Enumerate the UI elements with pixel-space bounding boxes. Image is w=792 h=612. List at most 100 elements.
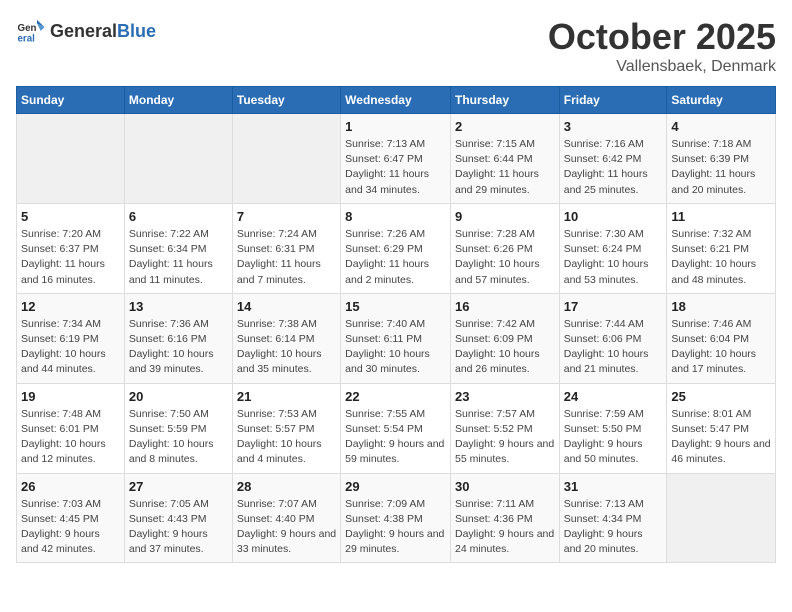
calendar-row: 19Sunrise: 7:48 AMSunset: 6:01 PMDayligh… <box>17 383 776 473</box>
logo: Gen eral General Blue <box>16 16 156 46</box>
calendar-cell: 29 Sunrise: 7:09 AMSunset: 4:38 PMDayligh… <box>341 473 451 563</box>
logo-icon: Gen eral <box>16 16 46 46</box>
calendar-table: SundayMondayTuesdayWednesdayThursdayFrid… <box>16 86 776 563</box>
weekday-header: Friday <box>559 87 667 114</box>
day-info: Sunrise: 7:28 AMSunset: 6:26 PMDaylight:… <box>455 227 555 288</box>
day-number: 2 <box>455 119 555 134</box>
title-block: October 2025 Vallensbaek, Denmark <box>548 16 776 76</box>
day-info: Sunrise: 7:59 AMSunset: 5:50 PMDaylight:… <box>564 407 663 468</box>
day-number: 18 <box>671 299 771 314</box>
calendar-cell: 28 Sunrise: 7:07 AMSunset: 4:40 PMDayligh… <box>232 473 340 563</box>
calendar-cell: 6Sunrise: 7:22 AMSunset: 6:34 PMDaylight… <box>124 203 232 293</box>
calendar-cell: 19Sunrise: 7:48 AMSunset: 6:01 PMDayligh… <box>17 383 125 473</box>
day-info: Sunrise: 7:18 AMSunset: 6:39 PMDaylight:… <box>671 137 771 198</box>
day-number: 9 <box>455 209 555 224</box>
day-info: Sunrise: 7:15 AMSunset: 6:44 PMDaylight:… <box>455 137 555 198</box>
calendar-cell: 22 Sunrise: 7:55 AMSunset: 5:54 PMDayligh… <box>341 383 451 473</box>
svg-text:eral: eral <box>18 34 36 45</box>
day-info: Sunrise: 7:09 AMSunset: 4:38 PMDaylight:… <box>345 497 446 558</box>
day-info: Sunrise: 7:57 AMSunset: 5:52 PMDaylight:… <box>455 407 555 468</box>
calendar-cell: 5Sunrise: 7:20 AMSunset: 6:37 PMDaylight… <box>17 203 125 293</box>
day-info: Sunrise: 7:38 AMSunset: 6:14 PMDaylight:… <box>237 317 336 378</box>
day-number: 3 <box>564 119 663 134</box>
day-number: 30 <box>455 479 555 494</box>
weekday-header: Thursday <box>450 87 559 114</box>
calendar-row: 26Sunrise: 7:03 AMSunset: 4:45 PMDayligh… <box>17 473 776 563</box>
calendar-cell: 3 Sunrise: 7:16 AMSunset: 6:42 PMDaylight… <box>559 114 667 204</box>
day-info: Sunrise: 7:34 AMSunset: 6:19 PMDaylight:… <box>21 317 120 378</box>
logo-text-general: General <box>50 21 117 42</box>
calendar-cell <box>667 473 776 563</box>
day-number: 20 <box>129 389 228 404</box>
day-number: 28 <box>237 479 336 494</box>
day-info: Sunrise: 7:16 AMSunset: 6:42 PMDaylight:… <box>564 137 663 198</box>
calendar-cell: 8 Sunrise: 7:26 AMSunset: 6:29 PMDaylight… <box>341 203 451 293</box>
day-number: 31 <box>564 479 663 494</box>
day-number: 11 <box>671 209 771 224</box>
day-info: Sunrise: 7:48 AMSunset: 6:01 PMDaylight:… <box>21 407 120 468</box>
day-info: Sunrise: 7:13 AMSunset: 4:34 PMDaylight:… <box>564 497 663 558</box>
day-number: 12 <box>21 299 120 314</box>
calendar-row: 12 Sunrise: 7:34 AMSunset: 6:19 PMDayligh… <box>17 293 776 383</box>
calendar-cell <box>17 114 125 204</box>
day-info: Sunrise: 7:42 AMSunset: 6:09 PMDaylight:… <box>455 317 555 378</box>
calendar-cell: 31 Sunrise: 7:13 AMSunset: 4:34 PMDayligh… <box>559 473 667 563</box>
day-number: 7 <box>237 209 336 224</box>
weekday-header: Saturday <box>667 87 776 114</box>
day-number: 23 <box>455 389 555 404</box>
calendar-header-row: SundayMondayTuesdayWednesdayThursdayFrid… <box>17 87 776 114</box>
day-info: Sunrise: 7:22 AMSunset: 6:34 PMDaylight:… <box>129 227 228 288</box>
day-number: 13 <box>129 299 228 314</box>
day-number: 27 <box>129 479 228 494</box>
day-number: 15 <box>345 299 446 314</box>
day-number: 14 <box>237 299 336 314</box>
weekday-header: Monday <box>124 87 232 114</box>
day-info: Sunrise: 7:05 AMSunset: 4:43 PMDaylight:… <box>129 497 228 558</box>
day-number: 29 <box>345 479 446 494</box>
month-title: October 2025 <box>548 16 776 58</box>
day-number: 25 <box>671 389 771 404</box>
day-info: Sunrise: 7:50 AMSunset: 5:59 PMDaylight:… <box>129 407 228 468</box>
day-number: 4 <box>671 119 771 134</box>
day-info: Sunrise: 7:55 AMSunset: 5:54 PMDaylight:… <box>345 407 446 468</box>
day-info: Sunrise: 7:24 AMSunset: 6:31 PMDaylight:… <box>237 227 336 288</box>
calendar-cell: 20 Sunrise: 7:50 AMSunset: 5:59 PMDayligh… <box>124 383 232 473</box>
day-number: 1 <box>345 119 446 134</box>
calendar-cell: 25 Sunrise: 8:01 AMSunset: 5:47 PMDayligh… <box>667 383 776 473</box>
calendar-cell <box>124 114 232 204</box>
calendar-cell: 2 Sunrise: 7:15 AMSunset: 6:44 PMDaylight… <box>450 114 559 204</box>
calendar-cell: 17 Sunrise: 7:44 AMSunset: 6:06 PMDayligh… <box>559 293 667 383</box>
calendar-cell: 4 Sunrise: 7:18 AMSunset: 6:39 PMDaylight… <box>667 114 776 204</box>
day-info: Sunrise: 7:07 AMSunset: 4:40 PMDaylight:… <box>237 497 336 558</box>
day-info: Sunrise: 8:01 AMSunset: 5:47 PMDaylight:… <box>671 407 771 468</box>
day-info: Sunrise: 7:03 AMSunset: 4:45 PMDaylight:… <box>21 497 120 558</box>
calendar-row: 5Sunrise: 7:20 AMSunset: 6:37 PMDaylight… <box>17 203 776 293</box>
calendar-cell: 11 Sunrise: 7:32 AMSunset: 6:21 PMDayligh… <box>667 203 776 293</box>
calendar-cell: 7 Sunrise: 7:24 AMSunset: 6:31 PMDaylight… <box>232 203 340 293</box>
day-info: Sunrise: 7:46 AMSunset: 6:04 PMDaylight:… <box>671 317 771 378</box>
calendar-cell: 14 Sunrise: 7:38 AMSunset: 6:14 PMDayligh… <box>232 293 340 383</box>
day-info: Sunrise: 7:53 AMSunset: 5:57 PMDaylight:… <box>237 407 336 468</box>
day-info: Sunrise: 7:36 AMSunset: 6:16 PMDaylight:… <box>129 317 228 378</box>
day-number: 16 <box>455 299 555 314</box>
calendar-cell <box>232 114 340 204</box>
day-number: 8 <box>345 209 446 224</box>
day-number: 17 <box>564 299 663 314</box>
calendar-row: 1 Sunrise: 7:13 AMSunset: 6:47 PMDaylight… <box>17 114 776 204</box>
day-number: 10 <box>564 209 663 224</box>
calendar-cell: 16 Sunrise: 7:42 AMSunset: 6:09 PMDayligh… <box>450 293 559 383</box>
calendar-cell: 26Sunrise: 7:03 AMSunset: 4:45 PMDayligh… <box>17 473 125 563</box>
day-info: Sunrise: 7:40 AMSunset: 6:11 PMDaylight:… <box>345 317 446 378</box>
logo-text-blue: Blue <box>117 21 156 42</box>
day-info: Sunrise: 7:32 AMSunset: 6:21 PMDaylight:… <box>671 227 771 288</box>
day-number: 5 <box>21 209 120 224</box>
day-info: Sunrise: 7:44 AMSunset: 6:06 PMDaylight:… <box>564 317 663 378</box>
day-info: Sunrise: 7:26 AMSunset: 6:29 PMDaylight:… <box>345 227 446 288</box>
day-number: 24 <box>564 389 663 404</box>
calendar-cell: 18 Sunrise: 7:46 AMSunset: 6:04 PMDayligh… <box>667 293 776 383</box>
day-info: Sunrise: 7:13 AMSunset: 6:47 PMDaylight:… <box>345 137 446 198</box>
calendar-cell: 9 Sunrise: 7:28 AMSunset: 6:26 PMDaylight… <box>450 203 559 293</box>
calendar-cell: 21Sunrise: 7:53 AMSunset: 5:57 PMDayligh… <box>232 383 340 473</box>
day-number: 22 <box>345 389 446 404</box>
calendar-cell: 10Sunrise: 7:30 AMSunset: 6:24 PMDayligh… <box>559 203 667 293</box>
